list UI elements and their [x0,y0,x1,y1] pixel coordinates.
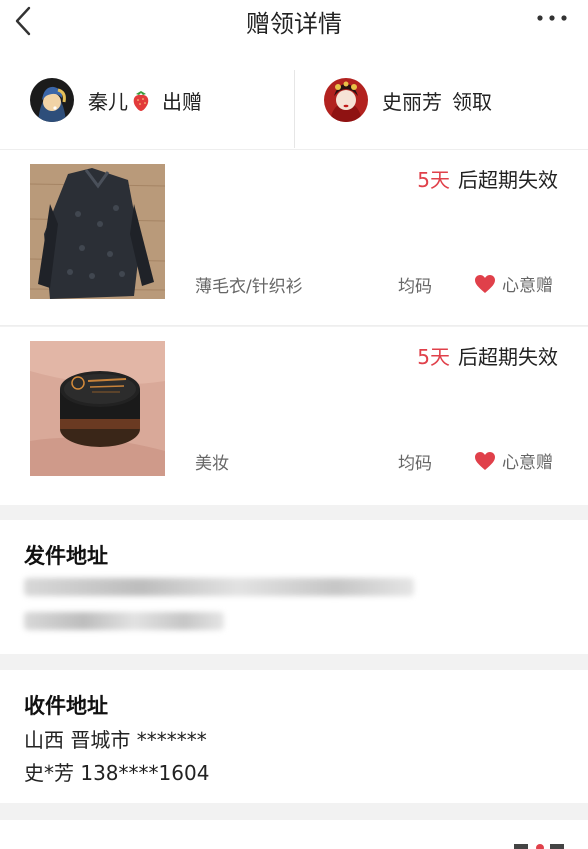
more-icon[interactable] [536,8,568,28]
gift-item[interactable]: 5天 后超期失效 美妆 均码 心意赠 [0,327,588,505]
item-size: 均码 [398,277,432,297]
heart-icon [475,451,495,470]
expiry-days: 5天 [417,168,450,192]
item-image[interactable] [30,341,165,476]
expiry-text: 5天 后超期失效 [417,164,558,193]
receiver-name: 史丽芳 [382,89,442,114]
expiry-label: 后超期失效 [458,168,558,192]
bottom-section [0,820,588,849]
receiver-action: 领取 [452,89,492,114]
receiver-info[interactable]: 史丽芳 领取 [324,50,492,150]
receive-address-card: 收件地址 山西 晋城市 ******* 史*芳 138****1604 [0,670,588,803]
receiver-avatar[interactable] [324,78,368,122]
gift-label-text: 心意赠 [502,276,553,296]
item-category: 美妆 [195,454,229,474]
item-image[interactable] [30,164,165,299]
heart-icon [475,274,495,293]
expiry-text: 5天 后超期失效 [417,341,558,370]
receive-address-contact: 史*芳 138****1604 [24,761,210,785]
giver-name: 秦儿 [88,89,128,114]
expiry-days: 5天 [417,345,450,369]
giver-action: 出赠 [162,89,202,114]
cut-off-content [514,844,564,849]
expiry-label: 后超期失效 [458,345,558,369]
giver-avatar[interactable] [30,78,74,122]
gift-label-text: 心意赠 [502,453,553,473]
page-title: 赠领详情 [246,10,342,38]
blurred-address-line [24,578,414,596]
blurred-contact-line [24,612,224,630]
item-size: 均码 [398,454,432,474]
giver-info[interactable]: 秦儿 出赠 [30,50,202,150]
gift-label: 心意赠 [474,448,553,473]
users-divider [294,70,295,148]
gift-item[interactable]: 5天 后超期失效 薄毛衣/针织衫 均码 心意赠 [0,150,588,326]
item-category: 薄毛衣/针织衫 [195,277,303,297]
nav-bar: 赠领详情 [0,0,588,50]
send-address-title: 发件地址 [24,544,108,568]
gift-label: 心意赠 [474,271,553,296]
strawberry-icon [133,91,149,111]
receive-address-title: 收件地址 [24,694,108,718]
receive-address-region: 山西 晋城市 ******* [24,728,207,752]
users-row: 秦儿 出赠 史丽芳 领取 [0,50,588,150]
send-address-card: 发件地址 [0,520,588,654]
